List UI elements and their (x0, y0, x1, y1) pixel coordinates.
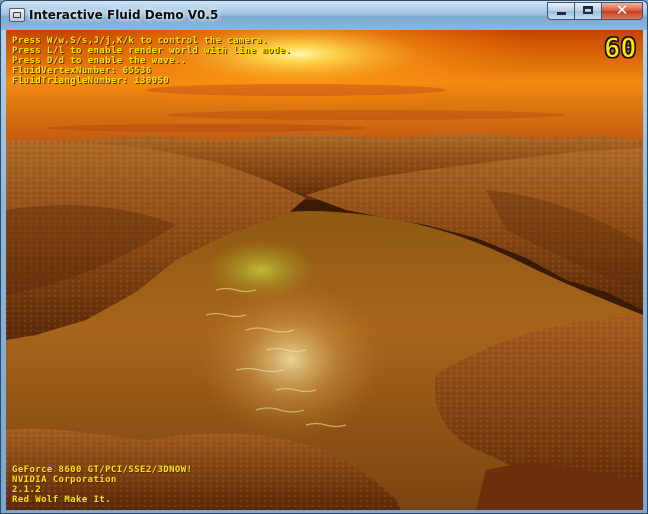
close-button[interactable]: ✕ (601, 1, 643, 20)
hud-line-line-mode: Press L/l to enable render world with li… (12, 46, 292, 56)
close-icon: ✕ (615, 1, 629, 19)
hud-gpu-renderer: GeForce 8600 GT/PCI/SSE2/3DNOW! (12, 465, 193, 475)
minimize-icon (557, 12, 566, 15)
hud-line-wave: Press D/d to enable the wave.. (12, 56, 187, 66)
maximize-button[interactable] (574, 2, 602, 20)
app-window-icon[interactable] (9, 8, 25, 22)
hud-gl-version: 2.1.2 (12, 485, 42, 495)
hud-gpu-vendor: NVIDIA Corporation (12, 475, 117, 485)
hud-line-vertex-count: FluidVertexNumber: 65536 (12, 66, 152, 76)
window-title: Interactive Fluid Demo V0.5 (29, 8, 219, 22)
minimize-button[interactable] (547, 2, 575, 20)
fps-counter: 60 (604, 33, 638, 65)
hud-system-info: GeForce 8600 GT/PCI/SSE2/3DNOW! NVIDIA Co… (12, 465, 192, 505)
fluid-scene (6, 30, 643, 510)
title-bar[interactable]: Interactive Fluid Demo V0.5 ✕ (1, 1, 647, 30)
app-window: Interactive Fluid Demo V0.5 ✕ Press W/w,… (0, 0, 648, 514)
hud-line-triangle-count: FluidTriangleNumber: 130050 (12, 76, 170, 86)
hud-instructions: Press W/w,S/s,J/j,K/k to control the cam… (12, 36, 291, 86)
render-viewport[interactable]: Press W/w,S/s,J/j,K/k to control the cam… (6, 30, 643, 510)
hud-credits: Red Wolf Make It. (12, 495, 111, 505)
maximize-icon (583, 6, 593, 14)
hud-line-camera: Press W/w,S/s,J/j,K/k to control the cam… (12, 36, 269, 46)
